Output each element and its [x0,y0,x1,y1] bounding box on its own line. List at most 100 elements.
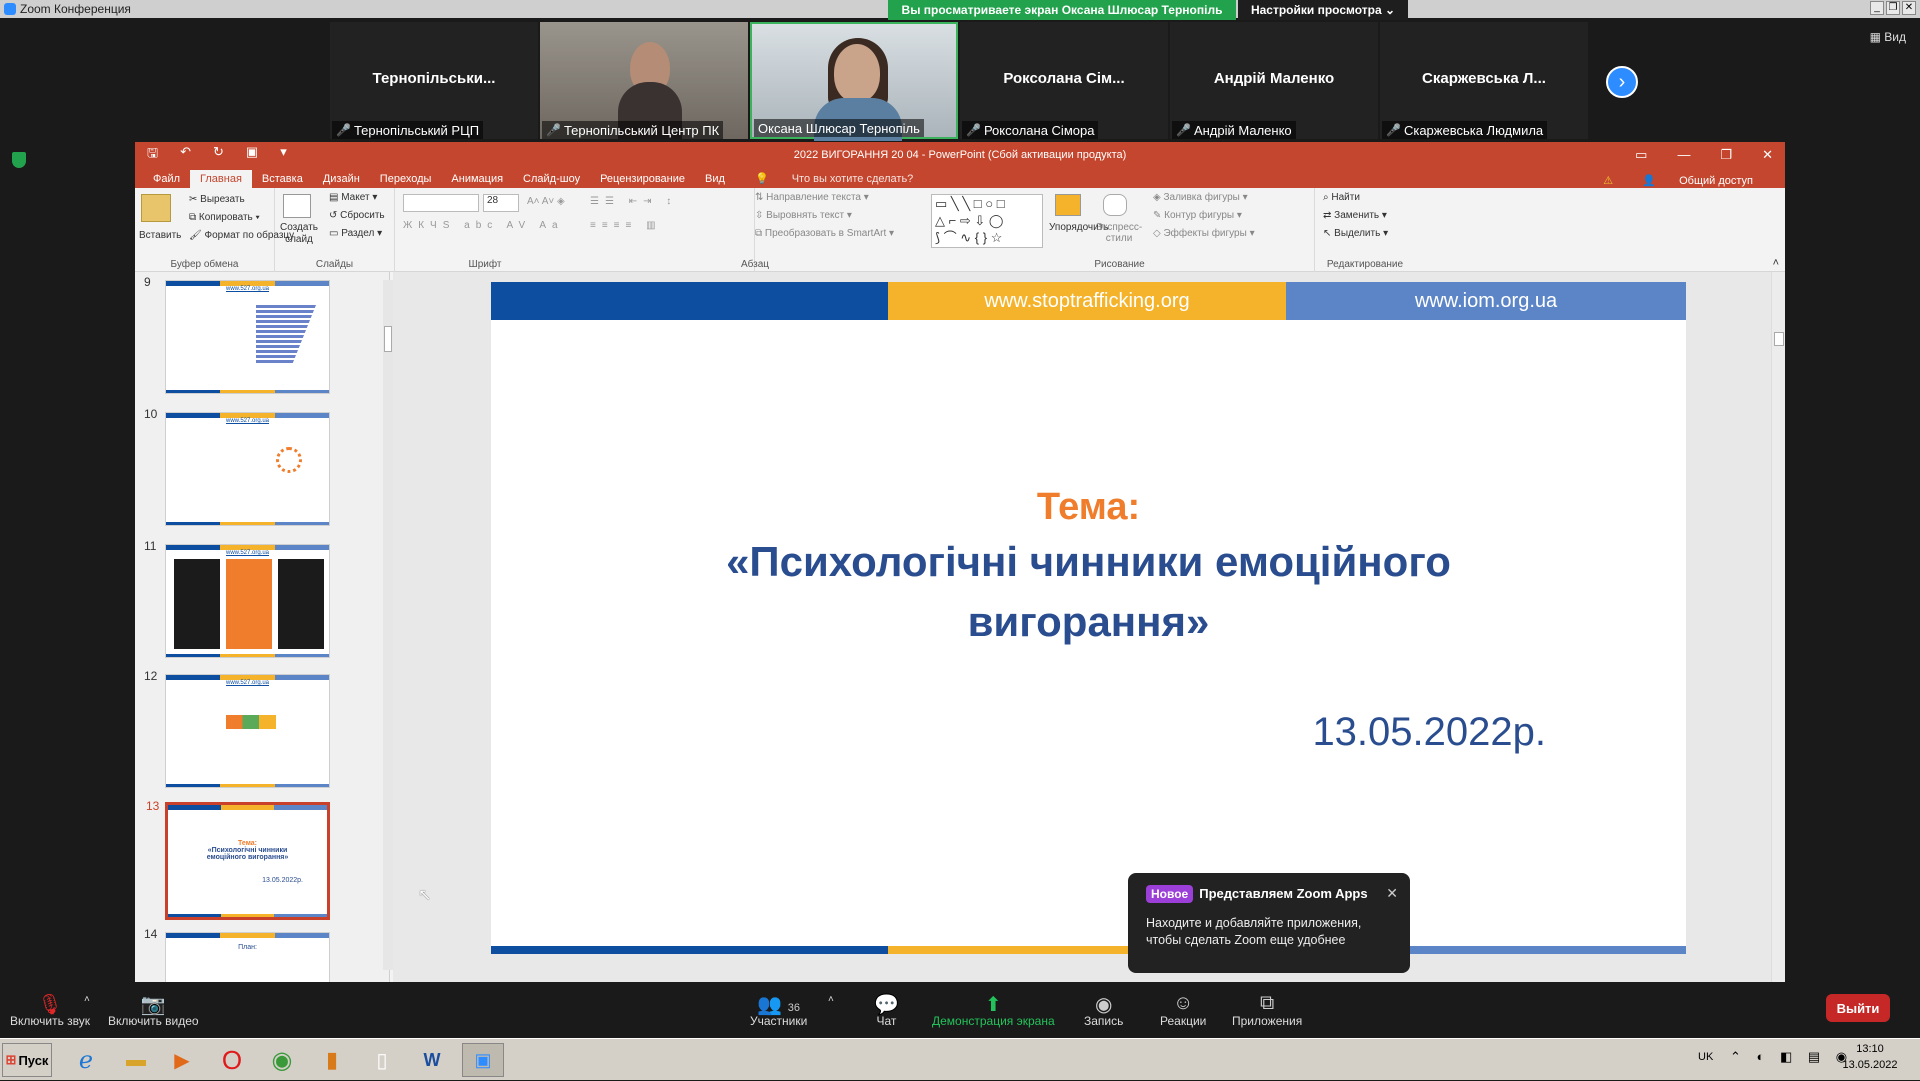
redo-icon[interactable]: ↻ [213,144,224,166]
opera-icon[interactable]: O [214,1043,250,1077]
replace-button[interactable]: ⇄ Заменить ▾ [1323,210,1387,221]
close-icon[interactable]: ✕ [1902,1,1916,15]
copy-button[interactable]: ⧉ Копировать ▾ [189,212,260,223]
word-icon[interactable]: W [414,1043,450,1077]
layout-button[interactable]: ▤ Макет ▾ [329,192,377,203]
font-name-input[interactable] [403,194,479,212]
slide-scrollbar[interactable] [1771,272,1785,982]
section-button[interactable]: ▭ Раздел ▾ [329,228,382,239]
participant-tile[interactable]: Андрій Маленко 🎤 Андрій Маленко [1170,22,1378,139]
paste-button[interactable]: Вставить [139,230,181,241]
undo-icon[interactable]: ↶ [180,144,191,166]
participant-tile[interactable]: Скаржевська Л... 🎤 Скаржевська Людмила [1380,22,1588,139]
slide-thumbnail[interactable]: 11 www.527.org.ua [144,539,330,658]
clock-time[interactable]: 13:10 [1840,1043,1900,1055]
font-format-buttons[interactable]: ЖКЧS abc AV Aa [403,220,564,231]
new-slide-button[interactable]: Создать слайд [279,222,319,246]
shape-effects-button[interactable]: ◇ Эффекты фигуры ▾ [1153,228,1255,239]
ie-icon[interactable]: ℯ [68,1043,104,1077]
slide-thumbnail[interactable]: 10 www.527.org.ua [144,407,330,526]
cut-button[interactable]: ✂ Вырезать [189,194,245,205]
text-direction-button[interactable]: ⇅ Направление текста ▾ [755,192,869,203]
shape-outline-button[interactable]: ✎ Контур фигуры ▾ [1153,210,1242,221]
tab-review[interactable]: Рецензирование [590,170,695,188]
explorer-icon[interactable]: ▬ [118,1043,154,1077]
slide-thumbnail[interactable]: 14 План: [144,927,330,982]
collapse-ribbon-icon[interactable]: ˄ [1773,257,1779,269]
quick-styles-icon[interactable] [1103,194,1127,216]
restore-icon[interactable]: ❐ [1886,1,1900,15]
tab-insert[interactable]: Вставка [252,170,313,188]
ppt-close-icon[interactable]: ✕ [1762,147,1773,163]
thumbnails-scrollbar[interactable] [383,280,393,970]
shapes-gallery[interactable]: ▭ ╲ ╲ □ ○ □ △ ⌐ ⇨ ⇩ ◯ ⟆ ⌒ ∿ { } ☆ [931,194,1043,248]
smartart-button[interactable]: ⧉ Преобразовать в SmartArt ▾ [755,228,894,239]
shape-fill-button[interactable]: ◈ Заливка фигуры ▾ [1153,192,1248,203]
select-button[interactable]: ↖ Выделить ▾ [1323,228,1388,239]
quick-styles-button[interactable]: Экспресс-стили [1095,222,1143,244]
tab-transitions[interactable]: Переходы [370,170,442,188]
language-indicator[interactable]: UK [1698,1051,1713,1063]
unmute-button[interactable]: 🎙 Включить звук [10,992,90,1028]
participant-tile-active[interactable]: Оксана Шлюсар Тернопіль [750,22,958,141]
find-button[interactable]: ⌕ Найти [1323,192,1360,203]
start-button[interactable]: ⊞ Пуск [2,1043,52,1077]
scroll-thumb[interactable] [384,326,392,352]
file-icon[interactable]: ▯ [364,1043,400,1077]
audio-options-caret-icon[interactable]: ˄ [84,994,90,1005]
next-participants-arrow-icon[interactable]: › [1606,66,1638,98]
lightbulb-icon: 💡 [754,173,769,185]
reset-button[interactable]: ↺ Сбросить [329,210,385,221]
participants-button[interactable]: 👥 36 Участники [750,992,807,1028]
current-slide[interactable]: www.stoptrafficking.org www.iom.org.ua Т… [491,282,1686,954]
tab-animations[interactable]: Анимация [441,170,513,188]
tell-me-input[interactable]: 💡 Что вы хотите сделать? [735,169,933,188]
app-icon[interactable]: ▮ [314,1043,350,1077]
tab-home[interactable]: Главная [190,170,252,188]
tab-slideshow[interactable]: Слайд-шоу [513,170,590,188]
ribbon-display-icon[interactable]: ▭ [1635,147,1647,163]
customize-qa-icon[interactable]: ▾ [280,144,287,166]
grow-font-icon[interactable]: A˄ A˅ ◈ [527,196,565,207]
tab-view[interactable]: Вид [695,170,735,188]
participants-caret-icon[interactable]: ˄ [828,994,834,1005]
font-size-input[interactable]: 28 [483,194,519,212]
minimize-icon[interactable]: _ [1870,1,1884,15]
tab-file[interactable]: Файл [143,170,190,188]
slideshow-icon[interactable]: ▣ [246,144,258,166]
chat-button[interactable]: 💬 Чат [874,992,899,1028]
slide-thumbnail[interactable]: 12 www.527.org.ua [144,669,330,788]
slide-thumbnail[interactable]: 9 www.527.org.ua [144,275,330,394]
tab-design[interactable]: Дизайн [313,170,370,188]
list-buttons[interactable]: ☰☰ ⇤⇥ ↕ [590,196,677,207]
align-text-button[interactable]: ⇳ Выровнять текст ▾ [755,210,852,221]
ppt-minimize-icon[interactable]: — [1677,147,1690,163]
scroll-thumb[interactable] [1774,332,1784,346]
group-label: Слайды [315,259,354,270]
apps-button[interactable]: ⧉ Приложения [1232,992,1302,1028]
align-buttons[interactable]: ≡≡≡≡ ▥ [590,220,662,231]
leave-button[interactable]: Выйти [1826,994,1890,1022]
zoom-taskbar-icon[interactable]: ▣ [462,1043,504,1077]
close-icon[interactable]: ✕ [1386,885,1398,902]
slide-thumbnail-selected[interactable]: 13 Тема: «Психологічні чинники емоційног… [146,799,330,920]
media-player-icon[interactable]: ▶ [164,1043,200,1077]
arrange-icon[interactable] [1055,194,1081,216]
new-slide-icon[interactable] [283,194,311,218]
share-screen-button[interactable]: ⬆ Демонстрация экрана [932,992,1055,1028]
view-settings-button[interactable]: Настройки просмотра ⌄ [1238,0,1408,20]
security-shield-icon [12,152,26,168]
view-toggle-button[interactable]: ▦ Вид [1870,30,1906,44]
chrome-icon[interactable]: ◉ [264,1043,300,1077]
participant-tile[interactable]: Роксолана Сім... 🎤 Роксолана Сімора [960,22,1168,139]
reactions-button[interactable]: ☺ Реакции [1160,992,1206,1028]
clock-date[interactable]: 13.05.2022 [1830,1059,1910,1071]
participant-tile[interactable]: 🎤 Тернопільський Центр ПК [540,22,748,139]
paste-icon[interactable] [141,194,171,222]
save-icon[interactable]: 🖫 [147,144,158,166]
start-video-button[interactable]: 📷 Включить видео [108,992,199,1028]
record-button[interactable]: ◉ Запись [1084,992,1123,1028]
ppt-restore-icon[interactable]: ❐ [1720,147,1732,163]
participant-tile[interactable]: Тернопільськи... 🎤 Тернопільський РЦП [330,22,538,139]
mic-muted-icon: 🎤 [1386,123,1401,137]
